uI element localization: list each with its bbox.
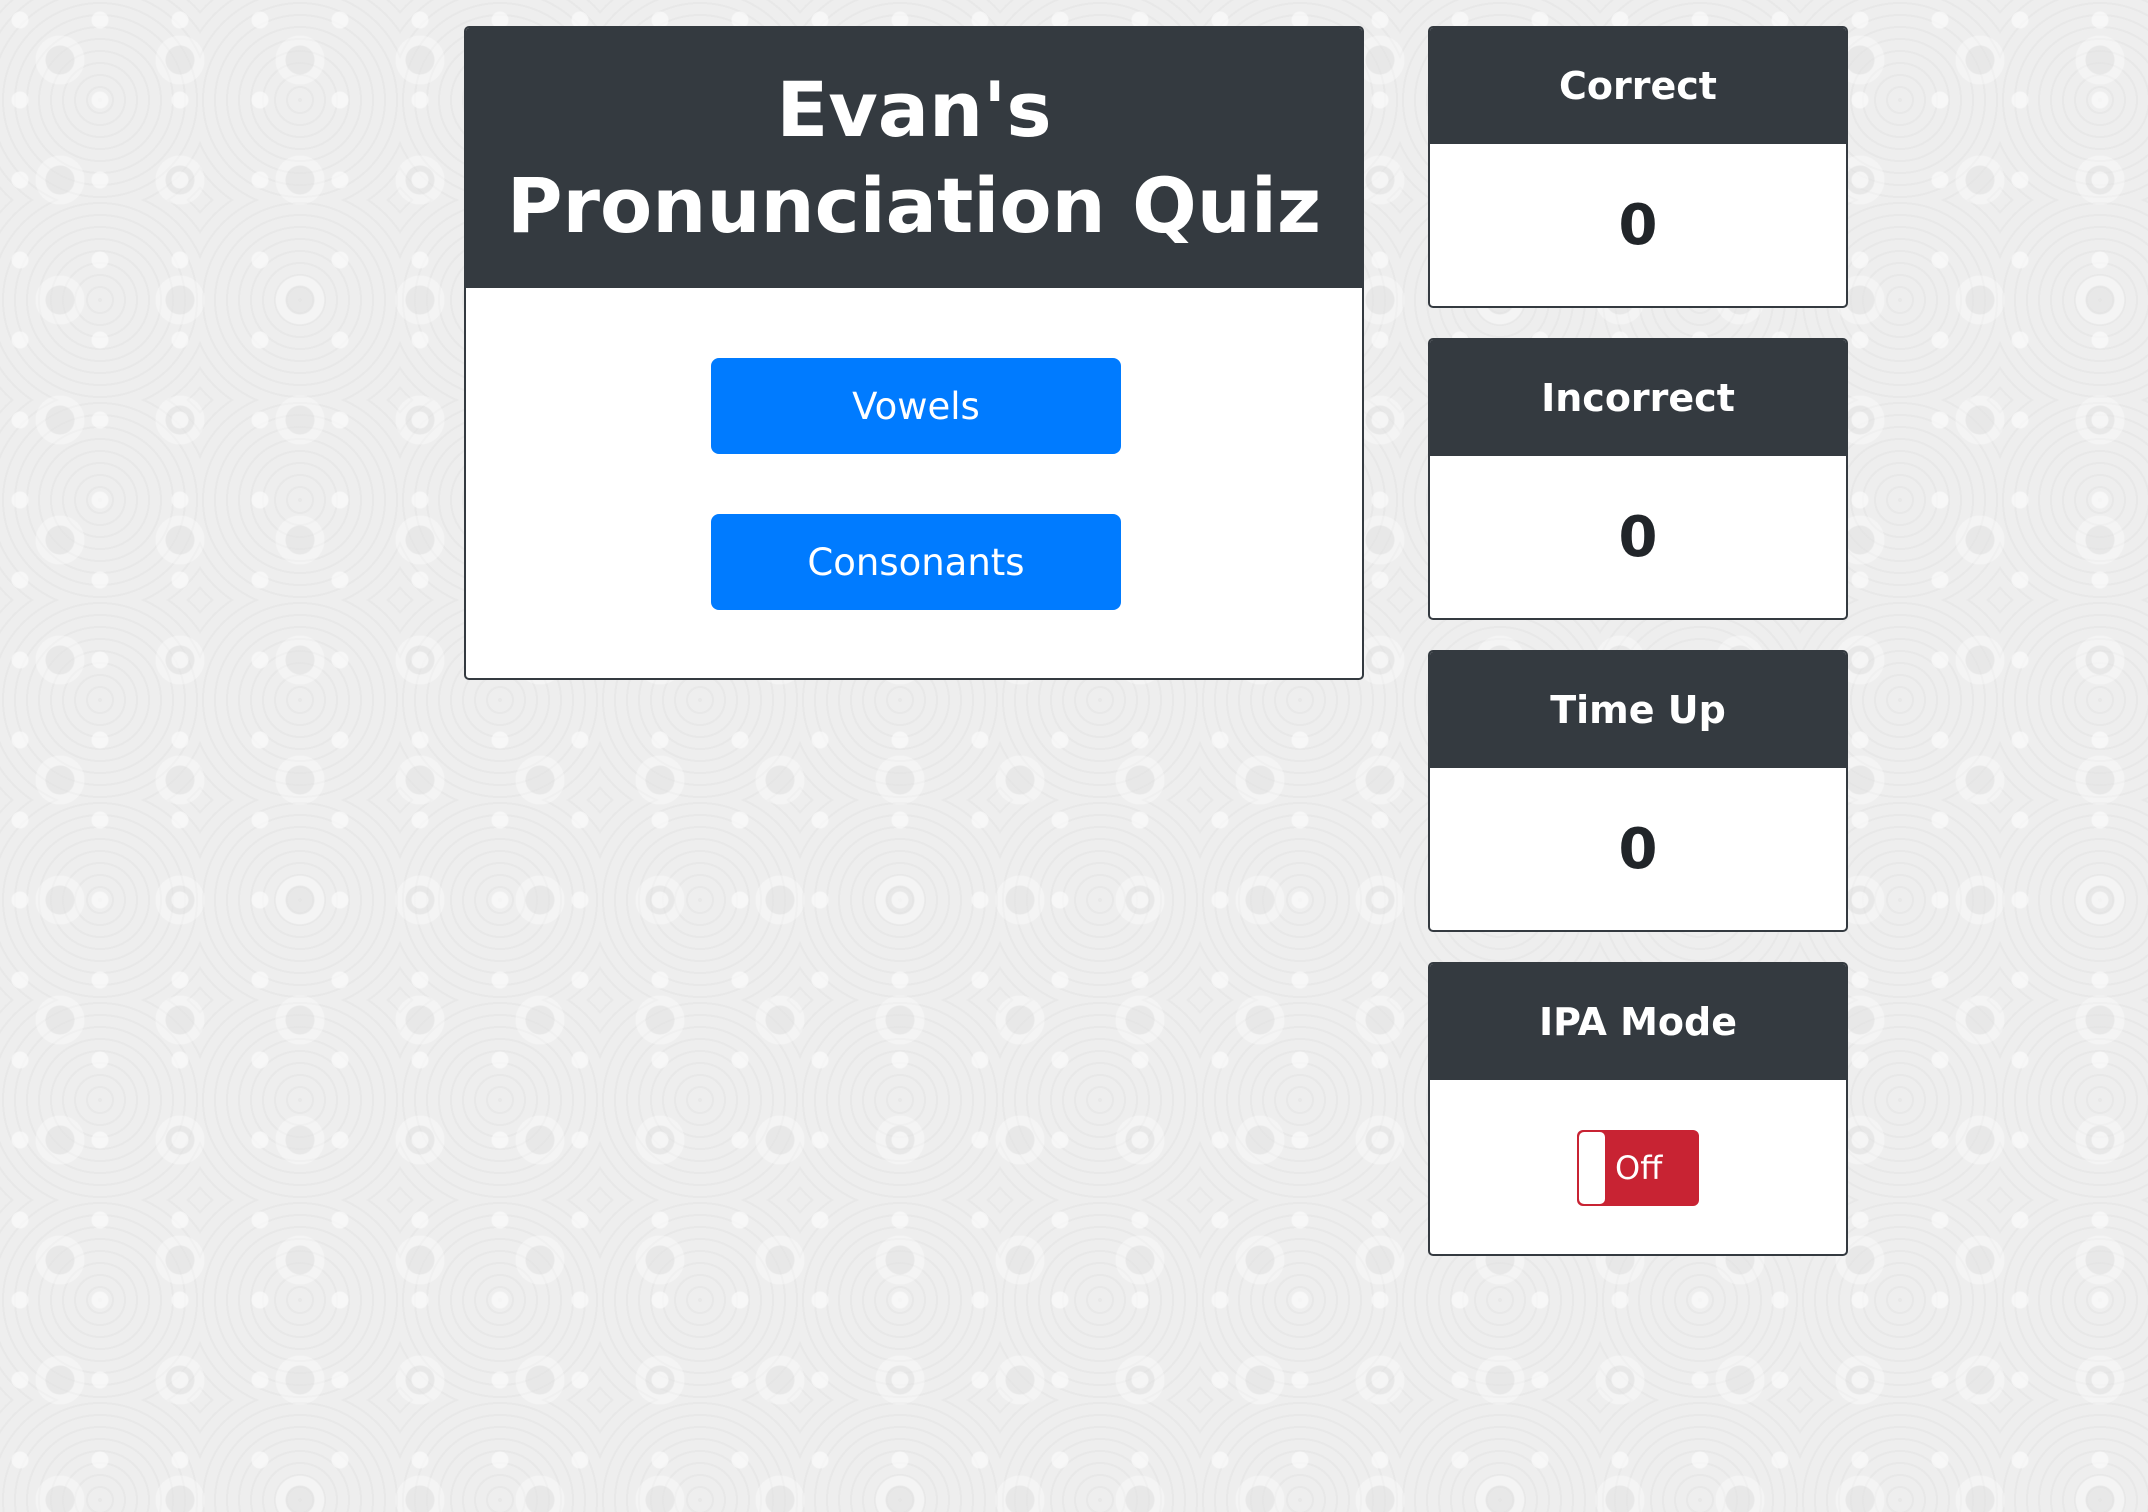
quiz-card: Evan's Pronunciation Quiz Vowels Consona… <box>464 26 1364 680</box>
correct-count: 0 <box>1618 192 1658 258</box>
ipa-mode-label: IPA Mode <box>1430 964 1846 1080</box>
quiz-title: Evan's Pronunciation Quiz <box>466 28 1362 288</box>
consonants-button[interactable]: Consonants <box>711 514 1121 610</box>
quiz-card-body: Vowels Consonants <box>466 288 1362 678</box>
time-up-label: Time Up <box>1430 652 1846 768</box>
ipa-mode-toggle[interactable]: Off <box>1577 1130 1699 1206</box>
incorrect-label: Incorrect <box>1430 340 1846 456</box>
ipa-mode-body: Off <box>1430 1080 1846 1254</box>
correct-label: Correct <box>1430 28 1846 144</box>
incorrect-card: Incorrect 0 <box>1428 338 1848 620</box>
toggle-state-label: Off <box>1615 1149 1663 1187</box>
incorrect-count: 0 <box>1618 504 1658 570</box>
toggle-knob <box>1579 1132 1605 1204</box>
time-up-card: Time Up 0 <box>1428 650 1848 932</box>
ipa-mode-card: IPA Mode Off <box>1428 962 1848 1256</box>
time-up-count: 0 <box>1618 816 1658 882</box>
vowels-button[interactable]: Vowels <box>711 358 1121 454</box>
correct-card: Correct 0 <box>1428 26 1848 308</box>
